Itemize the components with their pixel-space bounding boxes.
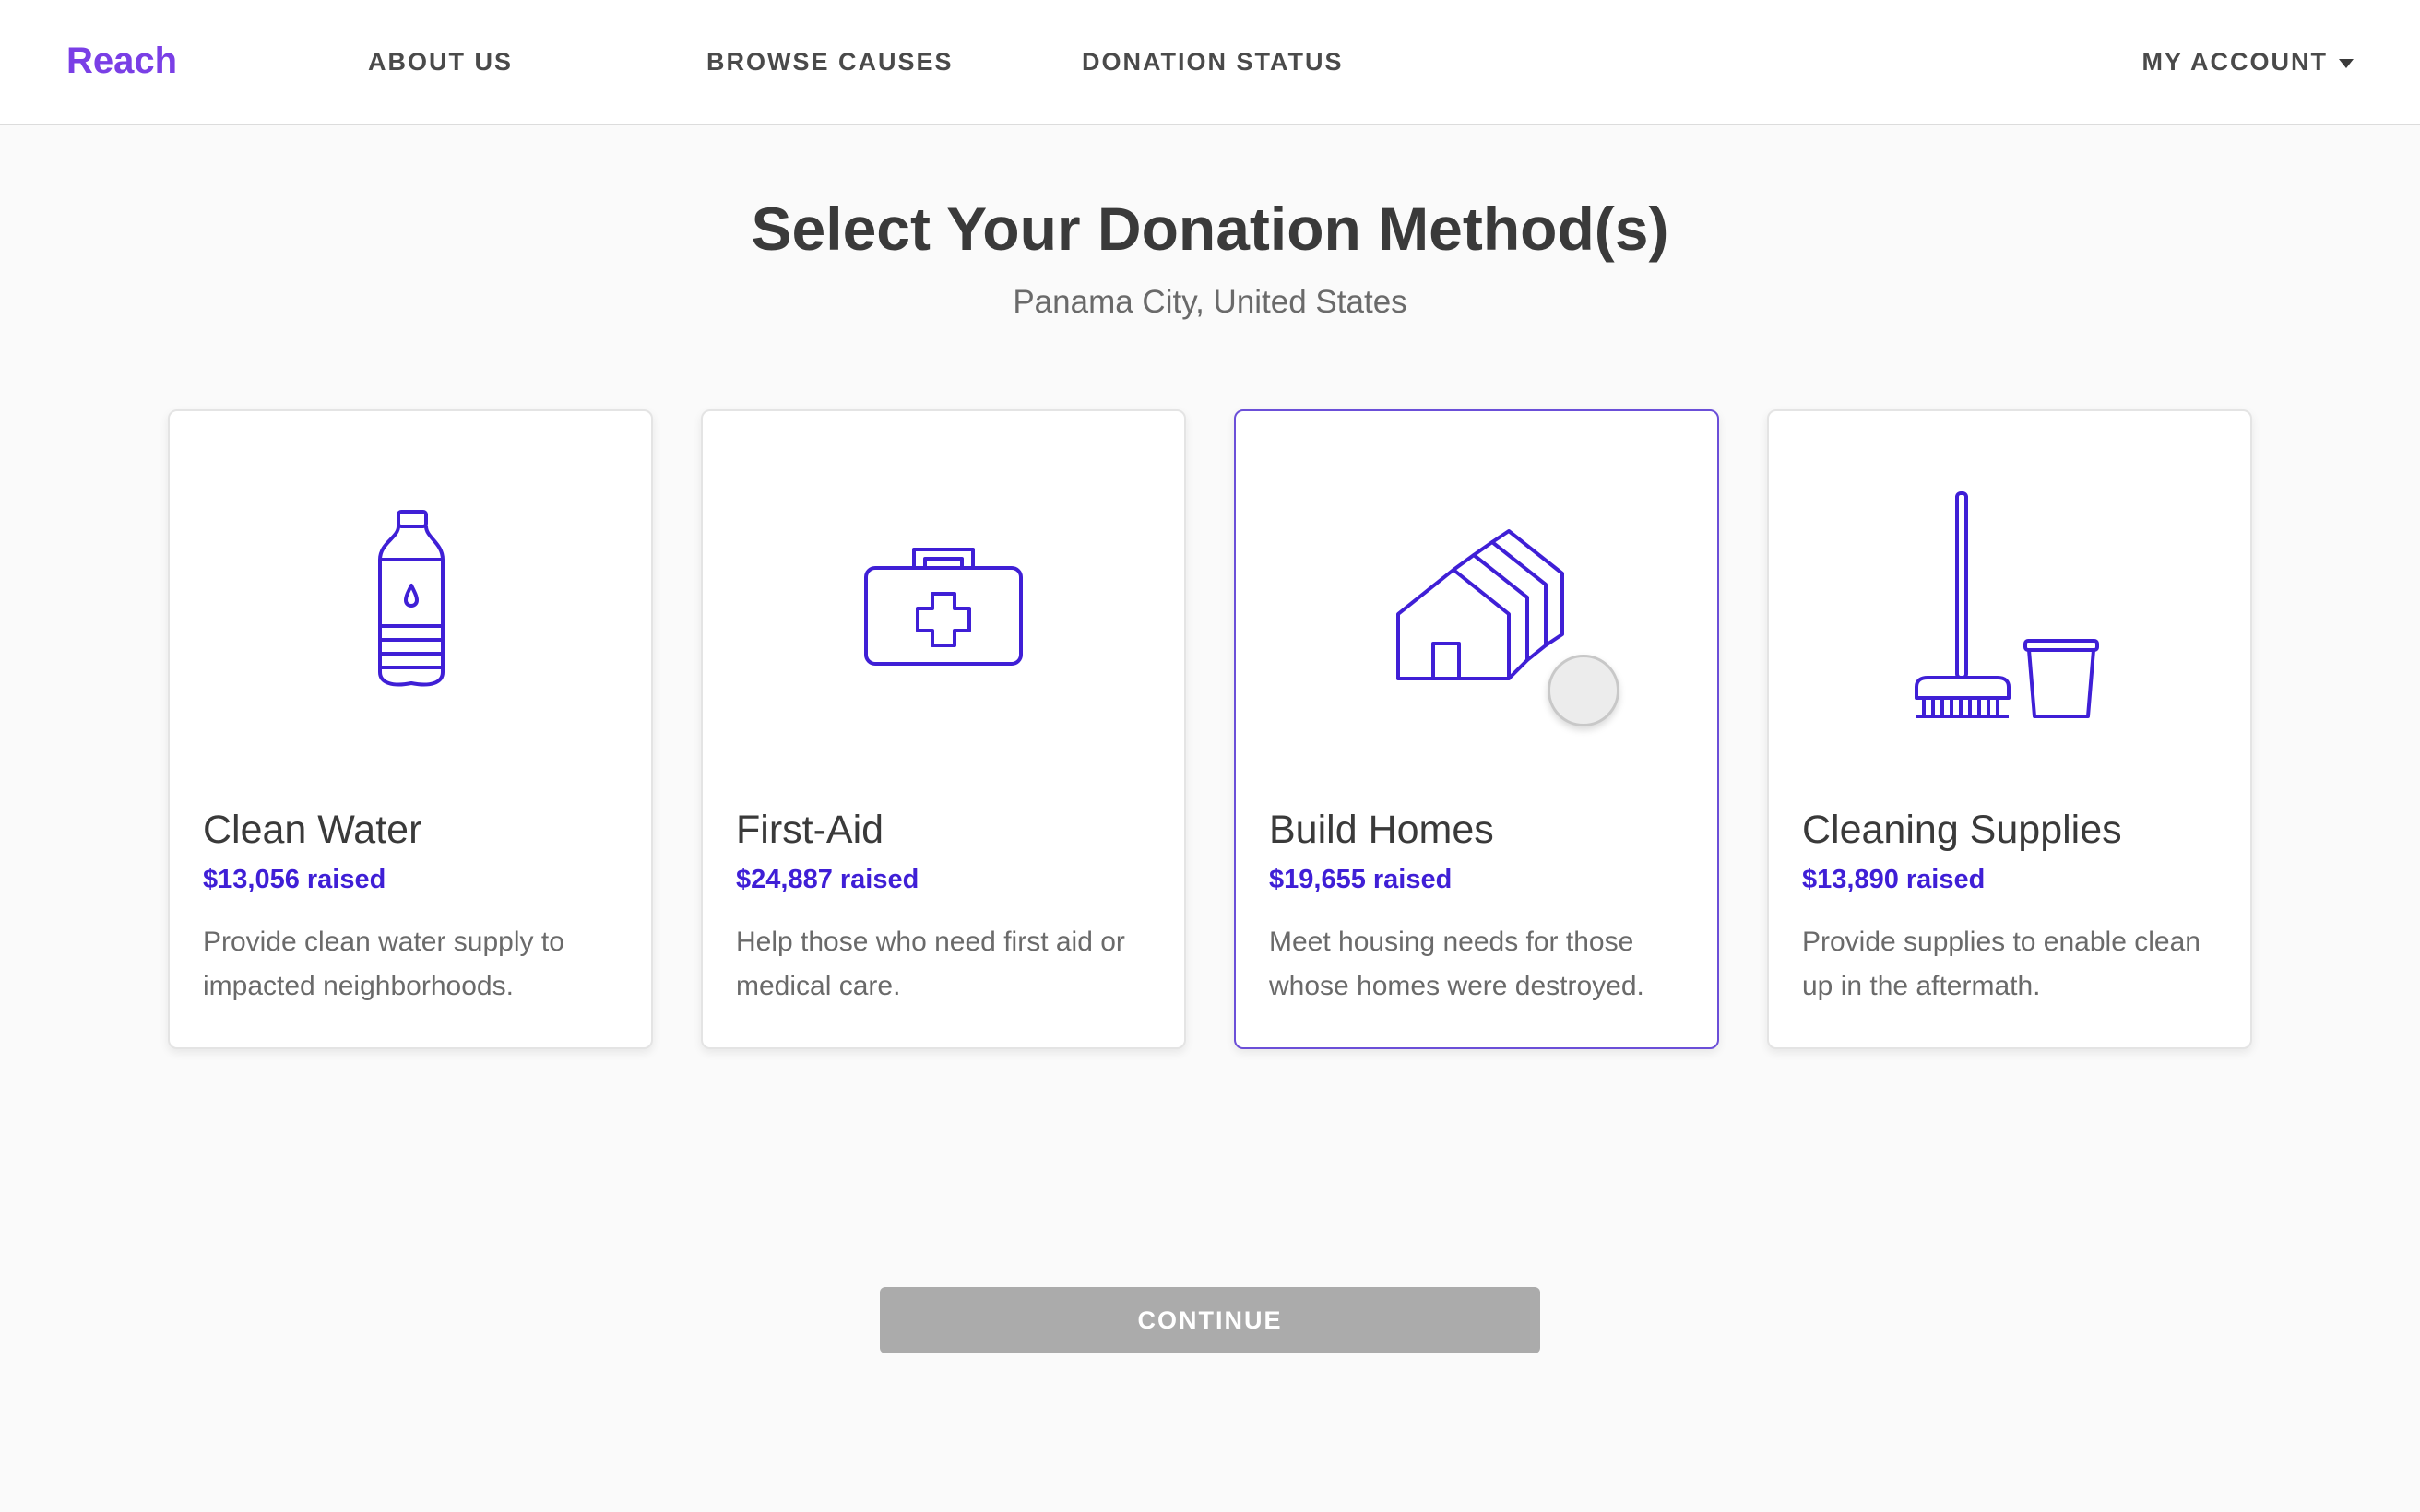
nav-browse-causes[interactable]: BROWSE CAUSES [706, 48, 954, 77]
pointer-cursor-icon [1548, 655, 1619, 726]
location-subtitle: Panama City, United States [1013, 284, 1407, 320]
reach-logo[interactable]: Reach [66, 41, 177, 82]
top-navigation-bar: Reach ABOUT US BROWSE CAUSES DONATION ST… [0, 0, 2420, 125]
amount-raised: $19,655 raised [1269, 865, 1453, 894]
broom-bucket-icon [1769, 485, 2250, 725]
card-title: Build Homes [1269, 808, 1494, 852]
card-title: Cleaning Supplies [1802, 808, 2122, 852]
card-description: Meet housing needs for those whose homes… [1269, 927, 1644, 1001]
houses-icon [1236, 485, 1717, 725]
nav-about-us[interactable]: ABOUT US [368, 48, 513, 77]
donation-card-first-aid[interactable]: First-Aid $24,887 raised Help those who … [701, 409, 1186, 1049]
amount-raised: $13,890 raised [1802, 865, 1986, 894]
continue-button[interactable]: CONTINUE [880, 1287, 1540, 1353]
card-description: Help those who need first aid or medical… [736, 927, 1125, 1001]
my-account-label: MY ACCOUNT [2141, 48, 2328, 76]
card-description: Provide supplies to enable clean up in t… [1802, 927, 2201, 1001]
amount-raised: $13,056 raised [203, 865, 386, 894]
donation-card-build-homes[interactable]: Build Homes $19,655 raised Meet housing … [1234, 409, 1719, 1049]
page-title: Select Your Donation Method(s) [751, 195, 1669, 263]
amount-raised: $24,887 raised [736, 865, 919, 894]
card-description: Provide clean water supply to impacted n… [203, 927, 564, 1001]
card-title: First-Aid [736, 808, 884, 852]
card-title: Clean Water [203, 808, 422, 852]
nav-donation-status[interactable]: DONATION STATUS [1082, 48, 1343, 77]
water-bottle-icon [170, 485, 651, 725]
first-aid-kit-icon [703, 485, 1184, 725]
chevron-down-icon [2339, 58, 2354, 68]
donation-card-cleaning-supplies[interactable]: Cleaning Supplies $13,890 raised Provide… [1767, 409, 2252, 1049]
donation-card-clean-water[interactable]: Clean Water $13,056 raised Provide clean… [168, 409, 653, 1049]
my-account-menu[interactable]: MY ACCOUNT [2141, 48, 2354, 77]
